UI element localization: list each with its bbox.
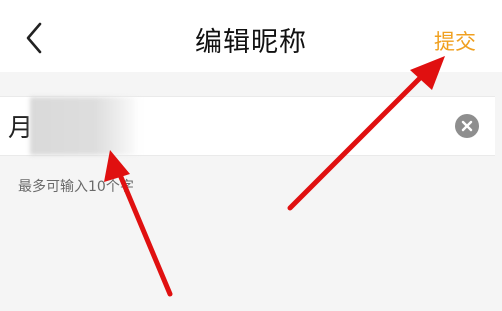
arrow-to-input (104, 150, 173, 297)
redaction-blur (30, 97, 140, 155)
page-title: 编辑昵称 (195, 27, 307, 58)
hint-text: 最多可输入10个字 (18, 179, 134, 195)
clear-icon (461, 120, 473, 132)
clear-button[interactable] (455, 114, 479, 138)
nickname-input-row (0, 96, 495, 156)
navigation-bar: 编辑昵称 提交 (0, 0, 502, 72)
submit-button[interactable]: 提交 (434, 26, 476, 56)
